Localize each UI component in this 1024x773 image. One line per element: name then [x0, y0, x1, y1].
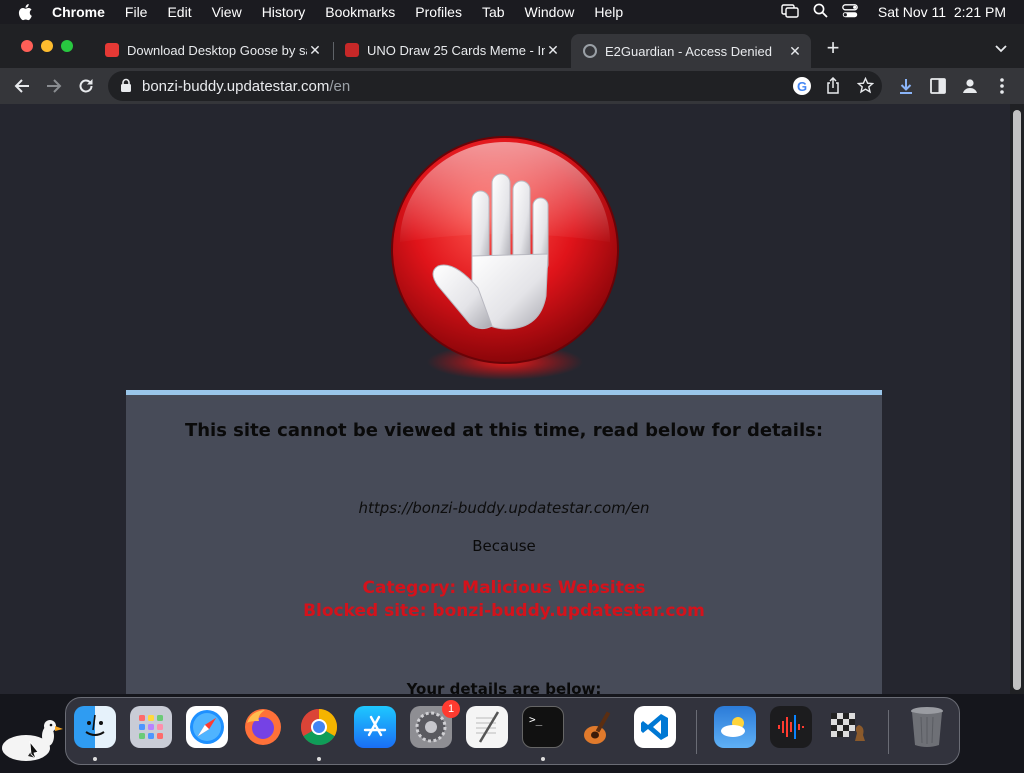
tab-desktop-goose[interactable]: Download Desktop Goose by sa ✕	[93, 34, 331, 66]
running-indicator	[93, 757, 97, 761]
app-store-icon[interactable]	[354, 706, 396, 748]
lock-icon[interactable]	[120, 78, 132, 98]
url-path: /en	[329, 78, 351, 95]
new-tab-button[interactable]: +	[822, 37, 844, 60]
spotlight-search-icon[interactable]	[813, 3, 828, 21]
close-tab-icon[interactable]: ✕	[545, 42, 561, 59]
favicon-icon	[345, 43, 359, 57]
screen-mirroring-icon[interactable]	[781, 3, 799, 21]
vscode-icon[interactable]	[634, 706, 676, 748]
menu-tab[interactable]: Tab	[482, 4, 505, 20]
tab-title: Download Desktop Goose by sa	[127, 42, 307, 58]
url-text[interactable]: bonzi-buddy.updatestar.com/en	[142, 78, 350, 95]
close-window-button[interactable]	[21, 40, 33, 52]
menu-app-name[interactable]: Chrome	[52, 4, 105, 20]
textedit-icon[interactable]	[466, 706, 508, 748]
chess-icon[interactable]	[826, 706, 868, 748]
tab-strip: Download Desktop Goose by sa ✕ UNO Draw …	[0, 24, 1024, 68]
reload-icon[interactable]	[74, 74, 98, 98]
terminal-icon[interactable]: >_	[522, 706, 564, 748]
tab-search-chevron-down-icon[interactable]	[992, 40, 1010, 58]
macos-dock: 1 >_	[65, 697, 960, 765]
finder-icon[interactable]	[74, 706, 116, 748]
blocked-site: Blocked site: bonzi-buddy.updatestar.com	[303, 601, 705, 621]
menu-datetime[interactable]: Sat Nov 11 2:21 PM	[878, 4, 1006, 20]
trash-icon[interactable]	[906, 706, 948, 748]
google-lens-icon[interactable]: G	[793, 77, 811, 95]
access-denied-panel: This site cannot be viewed at this time,…	[126, 390, 882, 694]
menu-bar: Chrome File Edit View History Bookmarks …	[0, 0, 1024, 24]
control-center-icon[interactable]	[842, 3, 858, 21]
menu-history[interactable]: History	[262, 4, 306, 20]
menu-edit[interactable]: Edit	[167, 4, 191, 20]
system-settings-icon[interactable]: 1	[410, 700, 460, 748]
web-page-content: This site cannot be viewed at this time,…	[0, 104, 1010, 694]
forward-arrow-icon[interactable]	[42, 74, 66, 98]
tab-uno-meme[interactable]: UNO Draw 25 Cards Meme - Im ✕	[333, 34, 569, 66]
desktop-goose-icon	[0, 712, 64, 768]
menu-profiles[interactable]: Profiles	[415, 4, 462, 20]
blocked-url: https://bonzi-buddy.updatestar.com/en	[358, 499, 650, 517]
share-icon[interactable]	[825, 76, 841, 100]
dock-separator	[696, 710, 697, 754]
running-indicator	[317, 757, 321, 761]
notification-badge: 1	[442, 700, 460, 718]
download-icon[interactable]	[894, 74, 918, 98]
stop-hand-icon	[388, 136, 622, 384]
close-tab-icon[interactable]: ✕	[307, 42, 323, 59]
chrome-icon[interactable]	[298, 706, 340, 748]
voice-memos-icon[interactable]	[770, 706, 812, 748]
back-arrow-icon[interactable]	[10, 74, 34, 98]
kebab-menu-icon[interactable]	[990, 74, 1014, 98]
menu-help[interactable]: Help	[594, 4, 623, 20]
tab-e2guardian[interactable]: E2Guardian - Access Denied ✕	[571, 34, 811, 68]
dock-separator	[888, 710, 889, 754]
page-title: This site cannot be viewed at this time,…	[184, 420, 824, 441]
address-bar[interactable]: bonzi-buddy.updatestar.com/en G	[108, 71, 882, 101]
details-heading: Your details are below:	[406, 680, 602, 694]
tab-title: E2Guardian - Access Denied	[605, 43, 772, 59]
firefox-icon[interactable]	[242, 706, 284, 748]
menu-view[interactable]: View	[212, 4, 242, 20]
fullscreen-window-button[interactable]	[61, 40, 73, 52]
url-domain: bonzi-buddy.updatestar.com	[142, 78, 330, 95]
minimize-window-button[interactable]	[41, 40, 53, 52]
weather-icon[interactable]	[714, 706, 756, 748]
launchpad-icon[interactable]	[130, 706, 172, 748]
menu-bookmarks[interactable]: Bookmarks	[325, 4, 395, 20]
running-indicator	[541, 757, 545, 761]
scrollbar-thumb[interactable]	[1013, 110, 1021, 690]
menu-window[interactable]: Window	[525, 4, 575, 20]
favicon-icon	[105, 43, 119, 57]
browser-toolbar: bonzi-buddy.updatestar.com/en G	[0, 68, 1024, 104]
profile-avatar-icon[interactable]	[958, 74, 982, 98]
because-label: Because	[472, 537, 536, 555]
menu-file[interactable]: File	[125, 4, 148, 20]
garageband-icon[interactable]	[578, 706, 620, 748]
globe-icon	[583, 44, 597, 58]
block-category: Category: Malicious Websites	[362, 578, 646, 598]
page-scrollbar[interactable]	[1010, 104, 1024, 694]
close-tab-icon[interactable]: ✕	[787, 43, 803, 60]
bookmark-star-icon[interactable]	[856, 76, 875, 99]
safari-icon[interactable]	[186, 706, 228, 748]
side-panel-icon[interactable]	[926, 74, 950, 98]
tab-title: UNO Draw 25 Cards Meme - Im	[367, 42, 545, 58]
apple-icon[interactable]	[18, 3, 34, 21]
